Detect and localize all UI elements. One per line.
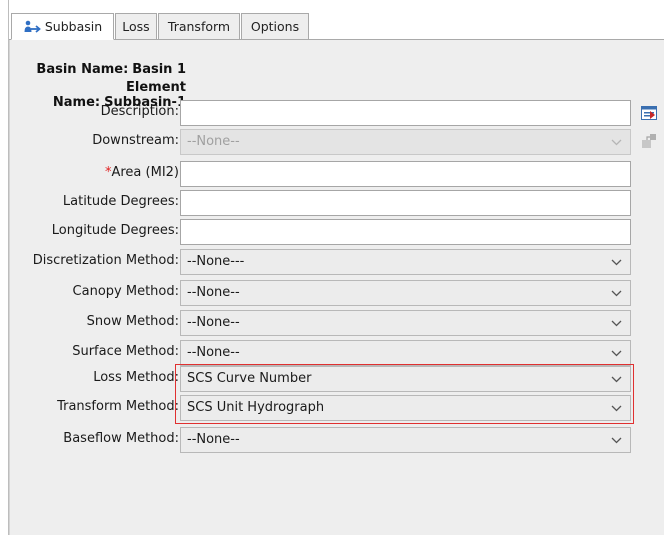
tab-bar: Subbasin Loss Transform Options [9,13,664,40]
snow-label: Snow Method: [86,314,179,329]
chevron-down-icon [611,437,622,444]
chevron-down-icon [611,259,622,266]
chevron-down-icon [611,376,622,383]
tab-transform[interactable]: Transform [158,13,240,39]
snow-select[interactable]: --None-- [180,310,631,336]
discretization-label: Discretization Method: [32,253,179,268]
chevron-down-icon [611,290,622,297]
baseflow-label: Baseflow Method: [63,431,179,446]
tab-options-label: Options [250,19,300,34]
discretization-select[interactable]: --None--- [180,249,631,275]
tab-subbasin-label: Subbasin [44,19,103,34]
transform-row: Transform Method: SCS Unit Hydrograph [10,395,664,421]
tab-subbasin[interactable]: Subbasin [11,13,114,40]
transform-method-value: SCS Unit Hydrograph [187,400,325,415]
description-label: Description: [100,104,179,119]
baseflow-select[interactable]: --None-- [180,427,631,453]
tab-loss[interactable]: Loss [115,13,157,39]
discretization-value: --None--- [187,254,245,269]
basin-name-line: Basin Name: Basin 1 [10,62,186,77]
description-input[interactable] [180,100,631,126]
edit-description-icon[interactable] [641,105,657,121]
transform-method-select[interactable]: SCS Unit Hydrograph [180,395,631,421]
area-label-text: Area (MI2) [111,165,179,180]
canopy-row: Canopy Method: --None-- [10,280,664,306]
chevron-down-icon [611,405,622,412]
chevron-down-icon [611,320,622,327]
latitude-row: Latitude Degrees: [10,190,664,216]
subbasin-icon [23,20,41,34]
surface-row: Surface Method: --None-- [10,340,664,366]
baseflow-value: --None-- [187,432,240,447]
baseflow-row: Baseflow Method: --None-- [10,427,664,453]
canopy-label: Canopy Method: [72,284,179,299]
canopy-select[interactable]: --None-- [180,280,631,306]
downstream-label: Downstream: [92,133,179,148]
tab-loss-label: Loss [122,19,150,34]
latitude-input[interactable] [180,190,631,216]
downstream-value: --None-- [187,134,240,149]
longitude-row: Longitude Degrees: [10,219,664,245]
snow-row: Snow Method: --None-- [10,310,664,336]
subbasin-panel: Basin Name: Basin 1 Element Name: Subbasin… [9,40,664,535]
surface-label: Surface Method: [72,344,179,359]
loss-method-select[interactable]: SCS Curve Number [180,366,631,392]
select-downstream-icon[interactable] [641,133,657,149]
description-row: Description: [10,100,664,126]
longitude-input[interactable] [180,219,631,245]
tab-transform-label: Transform [167,19,231,34]
latitude-label: Latitude Degrees: [62,194,179,209]
chevron-down-icon [611,350,622,357]
basin-name-value: Basin 1 [132,62,186,77]
area-label: *Area (MI2) [10,165,179,180]
area-input[interactable] [180,161,631,187]
canopy-value: --None-- [187,285,240,300]
downstream-select[interactable]: --None-- [180,129,631,155]
chevron-down-icon [611,139,622,146]
downstream-row: Downstream: --None-- [10,129,664,155]
basin-name-label: Basin Name: [36,62,129,77]
component-editor-window: Subbasin Loss Transform Options Basin Na… [0,0,664,535]
transform-label: Transform Method: [57,399,179,414]
area-row: *Area (MI2) [10,161,664,187]
longitude-label: Longitude Degrees: [51,223,179,238]
tab-options[interactable]: Options [241,13,309,39]
snow-value: --None-- [187,315,240,330]
surface-select[interactable]: --None-- [180,340,631,366]
surface-value: --None-- [187,345,240,360]
loss-row: Loss Method: SCS Curve Number [10,366,664,392]
discretization-row: Discretization Method: --None--- [10,249,664,275]
loss-method-value: SCS Curve Number [187,371,312,386]
loss-label: Loss Method: [93,370,179,385]
